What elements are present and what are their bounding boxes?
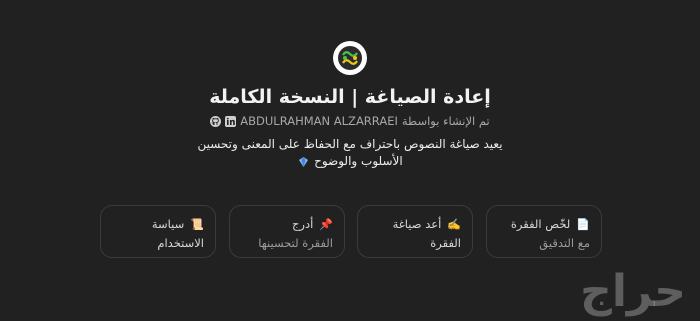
card-subtitle: مع التدقيق xyxy=(539,236,590,250)
card-subtitle: الفقرة لتحسينها xyxy=(258,236,333,250)
card-title: 📄 لخّص الفقرة xyxy=(498,215,590,234)
starter-card-summarize[interactable]: 📄 لخّص الفقرة مع التدقيق xyxy=(486,205,602,258)
watermark: حراج xyxy=(580,266,688,317)
card-label: أدرج xyxy=(292,217,314,231)
card-title: 📜سياسة الاستخدام xyxy=(112,215,204,252)
card-title: ✍️أعد صياغة الفقرة xyxy=(369,215,461,252)
pushpin-icon: 📌 xyxy=(319,218,333,231)
app-description: يعيد صياغة النصوص باحتراف مع الحفاظ على … xyxy=(190,136,510,170)
author-prefix: تم الإنشاء بواسطة xyxy=(401,114,490,128)
card-label: لخّص الفقرة xyxy=(510,217,571,231)
page-title: إعادة الصياغة | النسخة الكاملة xyxy=(209,86,491,108)
author-name: ABDULRAHMAN ALZARRAEI xyxy=(240,114,398,128)
diamond-icon xyxy=(299,156,309,167)
author-row: تم الإنشاء بواسطة ABDULRAHMAN ALZARRAEI xyxy=(0,114,700,128)
linkedin-icon[interactable] xyxy=(225,115,237,127)
page-facing-up-icon: 📄 xyxy=(576,218,590,231)
starter-card-rephrase[interactable]: ✍️أعد صياغة الفقرة xyxy=(357,205,473,258)
github-icon[interactable] xyxy=(210,115,222,127)
scroll-icon: 📜 xyxy=(190,218,204,231)
writing-hand-icon: ✍️ xyxy=(447,218,461,231)
app-logo-icon xyxy=(333,41,367,75)
starter-card-usage-policy[interactable]: 📜سياسة الاستخدام xyxy=(100,205,216,258)
card-title: 📌 أدرج xyxy=(241,215,333,234)
starter-card-insert[interactable]: 📌 أدرج الفقرة لتحسينها xyxy=(229,205,345,258)
description-text: يعيد صياغة النصوص باحتراف مع الحفاظ على … xyxy=(197,137,503,168)
